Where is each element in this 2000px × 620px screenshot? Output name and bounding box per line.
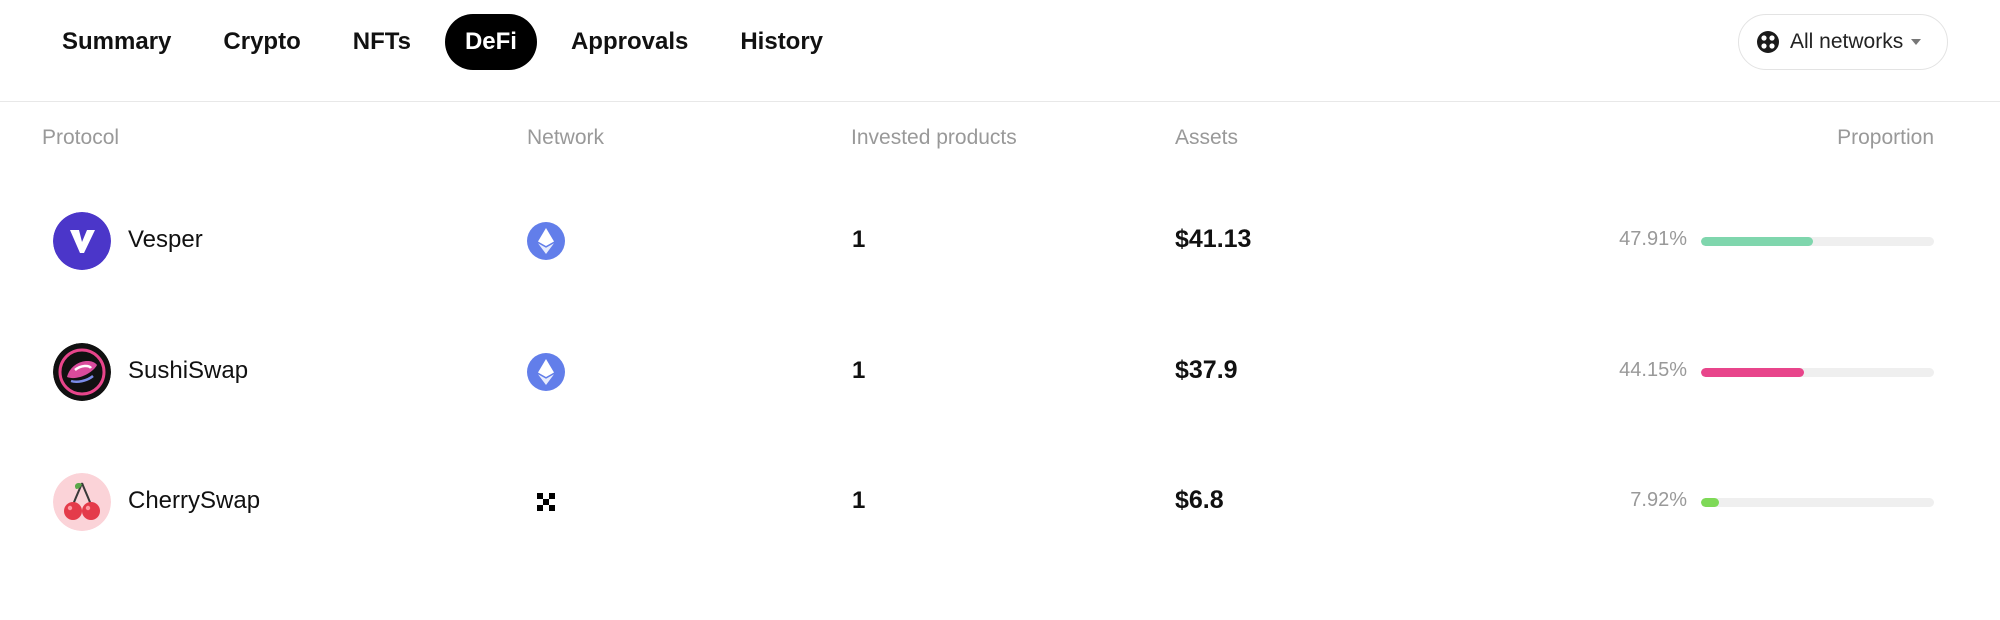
proportion-percent: 7.92%	[1630, 489, 1687, 511]
proportion-bar-fill	[1701, 237, 1813, 246]
network-filter-dropdown[interactable]: All networks	[1738, 14, 1948, 70]
cherryswap-logo	[53, 473, 111, 531]
table-row[interactable]: Vesper 1 $41.13 47.91%	[0, 176, 2000, 306]
invested-products-count: 1	[852, 226, 866, 253]
proportion-bar	[1701, 498, 1934, 507]
invested-products-count: 1	[852, 487, 866, 514]
assets-value: $6.8	[1175, 486, 1224, 514]
tab-nfts[interactable]: NFTs	[335, 14, 429, 70]
protocol-name: SushiSwap	[128, 357, 249, 384]
header-proportion: Proportion	[1837, 126, 1934, 149]
proportion-bar-fill	[1701, 368, 1804, 377]
header-protocol: Protocol	[42, 126, 120, 149]
assets-value: $37.9	[1175, 356, 1238, 384]
globe-icon	[1757, 31, 1779, 53]
ethereum-icon	[527, 353, 565, 391]
header-assets: Assets	[1175, 126, 1239, 149]
table-row[interactable]: CherrySwap 1 $6.8 7.92%	[0, 437, 2000, 567]
proportion-percent: 44.15%	[1619, 359, 1687, 381]
proportion-bar	[1701, 237, 1934, 246]
proportion-bar	[1701, 368, 1934, 377]
top-bar: Summary Crypto NFTs DeFi Approvals Histo…	[0, 0, 2000, 102]
protocol-name: CherrySwap	[128, 487, 261, 514]
tab-summary[interactable]: Summary	[44, 14, 189, 70]
okx-chain-icon	[527, 483, 565, 521]
tab-crypto[interactable]: Crypto	[205, 14, 318, 70]
header-network: Network	[527, 126, 605, 149]
proportion-percent: 47.91%	[1619, 228, 1687, 250]
protocol-name: Vesper	[128, 226, 203, 253]
tab-bar: Summary Crypto NFTs DeFi Approvals Histo…	[44, 14, 857, 70]
tab-approvals[interactable]: Approvals	[553, 14, 706, 70]
table-row[interactable]: SushiSwap 1 $37.9 44.15%	[0, 307, 2000, 437]
tab-defi[interactable]: DeFi	[444, 14, 537, 70]
tab-history[interactable]: History	[722, 14, 841, 70]
vesper-logo	[53, 212, 111, 270]
proportion-bar-fill	[1701, 498, 1720, 507]
chevron-down-icon	[1911, 39, 1922, 45]
network-filter-label: All networks	[1790, 30, 1904, 53]
invested-products-count: 1	[852, 357, 866, 384]
header-invested-products: Invested products	[851, 126, 1017, 149]
ethereum-icon	[527, 222, 565, 260]
sushiswap-logo	[53, 343, 111, 401]
assets-value: $41.13	[1175, 225, 1252, 253]
